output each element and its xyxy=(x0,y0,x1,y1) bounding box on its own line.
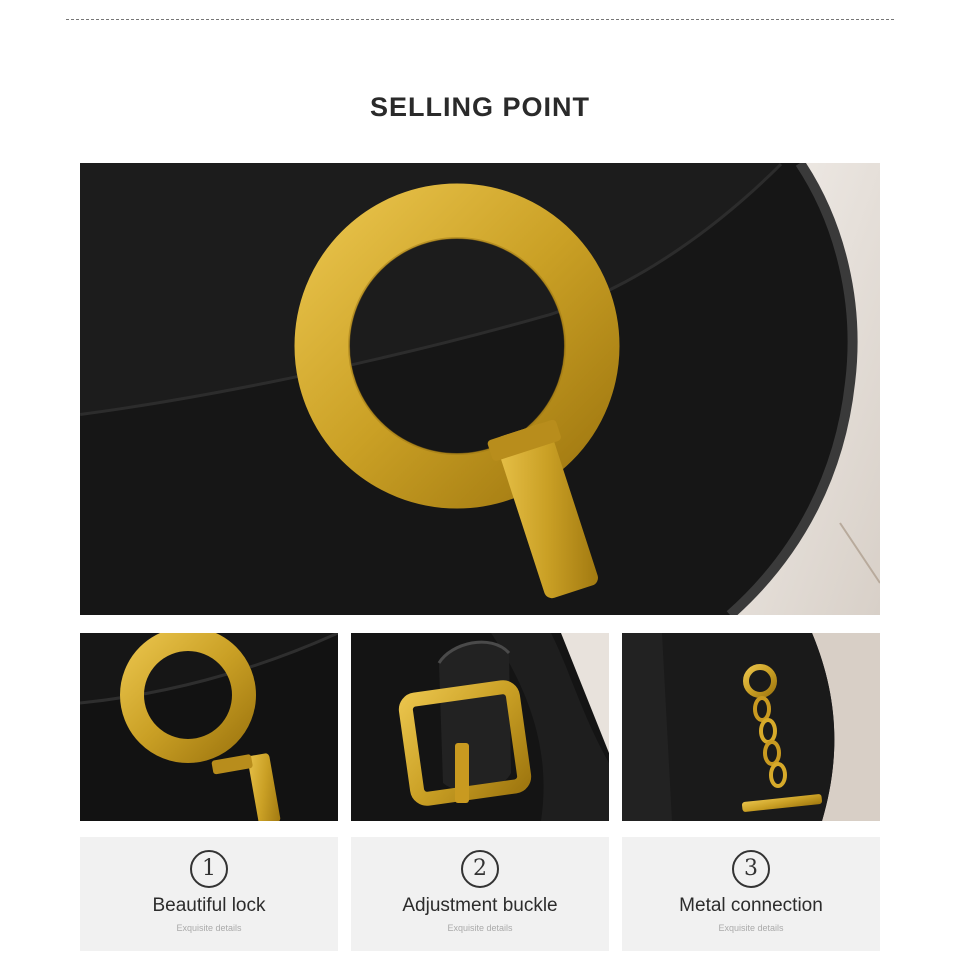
buckle-detail-illustration xyxy=(351,633,609,821)
detail-image-lock xyxy=(80,633,338,821)
feature-subtitle: Exquisite details xyxy=(718,923,784,933)
ring-lock-illustration xyxy=(80,163,880,615)
feature-subtitle: Exquisite details xyxy=(447,923,513,933)
feature-card-lock: 1 Beautiful lock Exquisite details xyxy=(80,837,338,951)
feature-title: Adjustment buckle xyxy=(402,895,558,916)
feature-title: Metal connection xyxy=(679,895,823,916)
lock-detail-illustration xyxy=(80,633,338,821)
feature-card-buckle: 2 Adjustment buckle Exquisite details xyxy=(351,837,609,951)
feature-subtitle: Exquisite details xyxy=(176,923,242,933)
feature-number-badge: 2 xyxy=(461,850,499,888)
feature-title: Beautiful lock xyxy=(152,895,266,916)
chain-detail-illustration xyxy=(622,633,880,821)
detail-image-buckle xyxy=(351,633,609,821)
feature-card-metal-connection: 3 Metal connection Exquisite details xyxy=(622,837,880,951)
hero-image xyxy=(80,163,880,615)
feature-number-badge: 3 xyxy=(732,850,770,888)
feature-number-badge: 1 xyxy=(190,850,228,888)
top-divider xyxy=(66,19,894,20)
page-title: SELLING POINT xyxy=(369,92,590,122)
detail-image-chain xyxy=(622,633,880,821)
